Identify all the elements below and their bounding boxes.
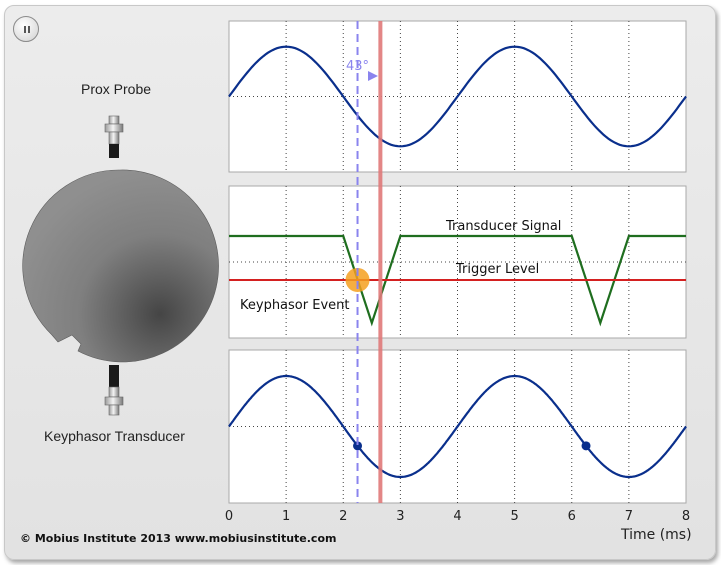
phase-angle-label: 43° — [346, 59, 369, 74]
x-tick-label: 2 — [339, 509, 347, 524]
trigger-level-label: Trigger Level — [455, 262, 539, 277]
x-axis-title: Time (ms) — [621, 527, 692, 543]
x-tick-label: 3 — [396, 509, 404, 524]
waveform-charts: 43° Transducer Signal Trigger Level Keyp… — [225, 20, 690, 524]
x-tick-label: 4 — [453, 509, 461, 524]
x-tick-label: 7 — [625, 509, 633, 524]
copyright-footer: © Mobius Institute 2013 www.mobiusinstit… — [20, 532, 337, 545]
x-tick-label: 0 — [225, 509, 233, 524]
x-tick-label: 5 — [510, 509, 518, 524]
keyphasor-dot — [581, 441, 591, 451]
x-tick-label: 6 — [568, 509, 576, 524]
transducer-signal-label: Transducer Signal — [445, 219, 561, 234]
x-tick-label: 1 — [282, 509, 290, 524]
keyphasor-event-label: Keyphasor Event — [240, 298, 349, 313]
x-tick-label: 8 — [682, 509, 690, 524]
